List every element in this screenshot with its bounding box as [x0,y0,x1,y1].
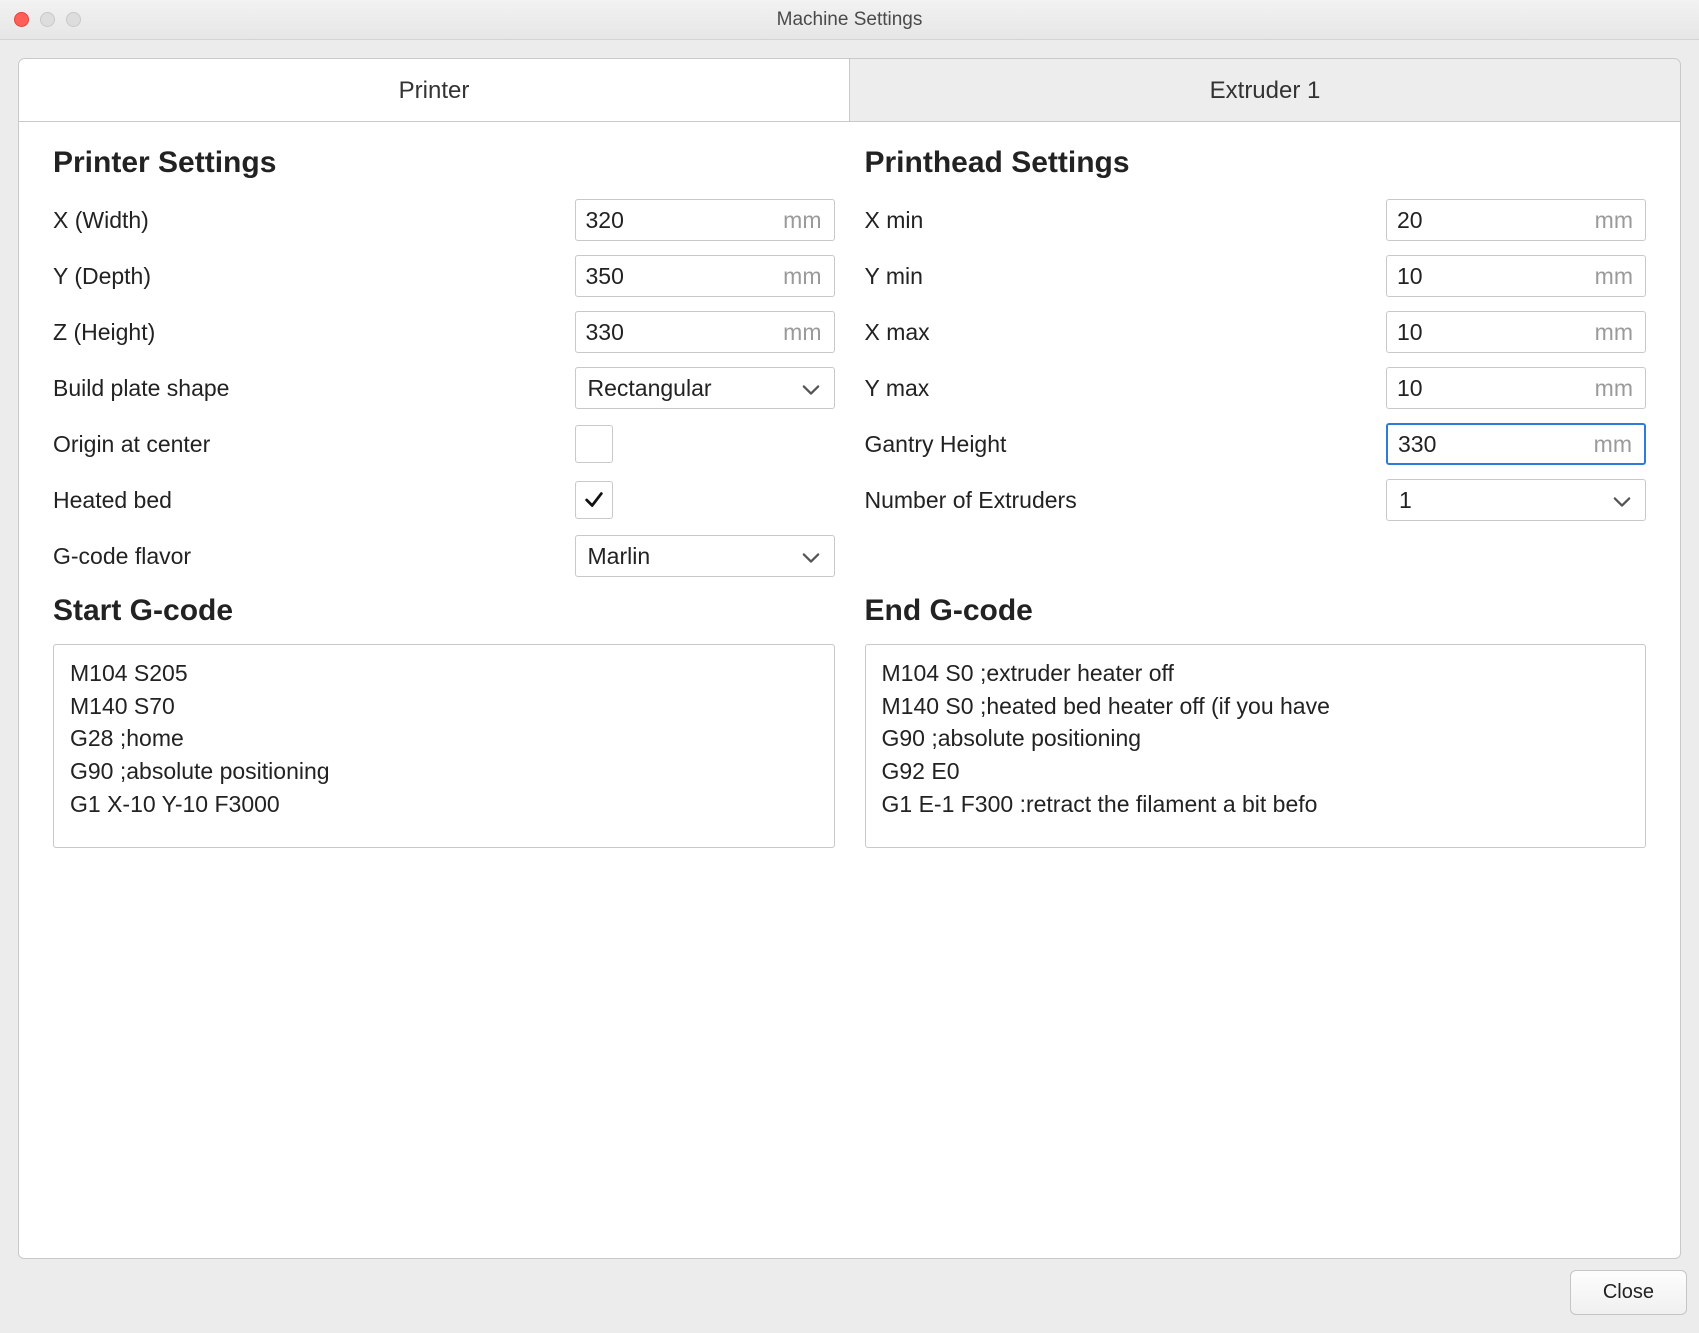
y-depth-label: Y (Depth) [53,263,575,290]
y-depth-unit: mm [783,263,833,290]
chevron-down-icon [802,543,820,570]
tab-extruder-1[interactable]: Extruder 1 [850,59,1680,121]
y-min-input[interactable] [1387,259,1595,294]
y-max-unit: mm [1595,375,1645,402]
gantry-height-input[interactable] [1388,427,1594,462]
x-min-field[interactable]: mm [1386,199,1646,241]
y-min-label: Y min [865,263,1387,290]
window-title: Machine Settings [0,9,1699,31]
y-depth-input[interactable] [576,259,784,294]
y-min-unit: mm [1595,263,1645,290]
y-max-input[interactable] [1387,371,1595,406]
tab-printer[interactable]: Printer [19,59,850,121]
gantry-height-label: Gantry Height [865,431,1387,458]
x-width-input[interactable] [576,203,784,238]
z-height-unit: mm [783,319,833,346]
end-gcode-heading: End G-code [865,594,1647,628]
x-width-label: X (Width) [53,207,575,234]
num-extruders-select[interactable]: 1 [1386,479,1646,521]
x-max-input[interactable] [1387,315,1595,350]
x-min-input[interactable] [1387,203,1595,238]
origin-at-center-checkbox[interactable] [575,425,613,463]
tabs: Printer Extruder 1 [18,58,1681,122]
chevron-down-icon [802,375,820,402]
num-extruders-value: 1 [1399,487,1412,514]
x-width-field[interactable]: mm [575,199,835,241]
x-width-unit: mm [783,207,833,234]
chevron-down-icon [1613,487,1631,514]
footer: Close [0,1259,1699,1333]
x-max-unit: mm [1595,319,1645,346]
titlebar: Machine Settings [0,0,1699,40]
build-plate-shape-value: Rectangular [588,375,712,402]
gcode-flavor-value: Marlin [588,543,651,570]
gantry-height-field[interactable]: mm [1386,423,1646,465]
printer-settings-heading: Printer Settings [53,146,835,180]
z-height-label: Z (Height) [53,319,575,346]
num-extruders-label: Number of Extruders [865,487,1387,514]
heated-bed-checkbox[interactable] [575,481,613,519]
x-min-unit: mm [1595,207,1645,234]
check-icon [583,489,605,511]
gcode-flavor-label: G-code flavor [53,543,575,570]
y-max-field[interactable]: mm [1386,367,1646,409]
build-plate-shape-select[interactable]: Rectangular [575,367,835,409]
x-min-label: X min [865,207,1387,234]
build-plate-shape-label: Build plate shape [53,375,575,402]
window: Machine Settings Printer Extruder 1 Prin… [0,0,1699,1333]
z-height-input[interactable] [576,315,784,350]
y-depth-field[interactable]: mm [575,255,835,297]
y-min-field[interactable]: mm [1386,255,1646,297]
printer-settings-column: Printer Settings X (Width) mm Y (Depth) [53,136,835,848]
y-max-label: Y max [865,375,1387,402]
origin-at-center-label: Origin at center [53,431,575,458]
close-button[interactable]: Close [1570,1270,1687,1315]
end-gcode-textarea[interactable]: M104 S0 ;extruder heater off M140 S0 ;he… [865,644,1647,848]
panel: Printer Settings X (Width) mm Y (Depth) [18,122,1681,1259]
printhead-settings-heading: Printhead Settings [865,146,1647,180]
gcode-flavor-select[interactable]: Marlin [575,535,835,577]
x-max-field[interactable]: mm [1386,311,1646,353]
start-gcode-textarea[interactable]: M104 S205 M140 S70 G28 ;home G90 ;absolu… [53,644,835,848]
x-max-label: X max [865,319,1387,346]
start-gcode-heading: Start G-code [53,594,835,628]
heated-bed-label: Heated bed [53,487,575,514]
printhead-settings-column: Printhead Settings X min mm Y min [865,136,1647,848]
z-height-field[interactable]: mm [575,311,835,353]
gantry-height-unit: mm [1594,431,1644,458]
